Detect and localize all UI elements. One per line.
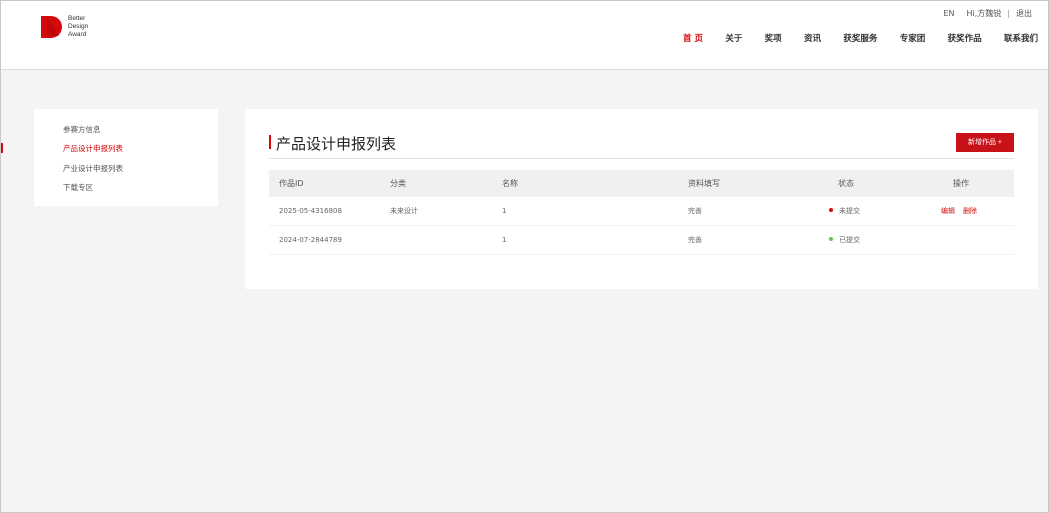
submissions-table: 作品ID 分类 名称 资料填写 状态 操作 2025-05-4316808 未来… bbox=[269, 170, 1014, 255]
title-accent-bar bbox=[269, 135, 271, 149]
sidebar-item-entrant-info[interactable]: 参赛方信息 bbox=[63, 124, 101, 135]
cell-name: 1 bbox=[502, 207, 507, 215]
status-dot-icon bbox=[829, 208, 833, 212]
logo[interactable]: Better Design Award bbox=[39, 14, 109, 42]
language-switch[interactable]: EN bbox=[943, 9, 954, 18]
logo-wordmark: Better Design Award bbox=[68, 15, 88, 39]
sidebar-item-industry-design-list[interactable]: 产业设计申报列表 bbox=[63, 163, 123, 174]
col-header-ops: 操作 bbox=[953, 179, 969, 188]
nav-item-contact[interactable]: 联系我们 bbox=[1004, 32, 1038, 44]
col-header-category: 分类 bbox=[390, 179, 406, 188]
main-panel: 产品设计申报列表 新增作品 + 作品ID 分类 名称 资料填写 状态 操作 20… bbox=[245, 109, 1038, 289]
edit-link[interactable]: 编辑 bbox=[941, 207, 955, 215]
user-topbar: EN Hi,方魏锐 | 退出 bbox=[943, 8, 1032, 19]
cell-id: 2025-05-4316808 bbox=[279, 207, 342, 215]
nav-item-about[interactable]: 关于 bbox=[725, 32, 742, 44]
cell-name: 1 bbox=[502, 236, 507, 244]
sidebar-active-marker bbox=[1, 143, 3, 153]
logo-word-3: Award bbox=[68, 31, 87, 38]
logout-link[interactable]: 退出 bbox=[1016, 8, 1032, 19]
sidebar-item-product-design-list[interactable]: 产品设计申报列表 bbox=[63, 143, 123, 154]
cell-category: 未来设计 bbox=[390, 207, 418, 215]
nav-item-winning-works[interactable]: 获奖作品 bbox=[948, 32, 982, 44]
topbar-divider: | bbox=[1007, 9, 1010, 18]
col-header-status: 状态 bbox=[838, 179, 854, 188]
cell-status: 未提交 bbox=[829, 197, 860, 226]
user-greeting[interactable]: Hi,方魏锐 bbox=[967, 8, 1002, 19]
nav-item-home[interactable]: 首 页 bbox=[683, 32, 703, 44]
status-dot-icon bbox=[829, 237, 833, 241]
table-row: 2024-07-2844789 1 完善 已提交 bbox=[269, 226, 1014, 255]
cell-id: 2024-07-2844789 bbox=[279, 236, 342, 244]
nav-item-winner-services[interactable]: 获奖服务 bbox=[843, 32, 877, 44]
col-header-id: 作品ID bbox=[279, 179, 304, 188]
cell-ops: 编辑 删除 bbox=[941, 197, 985, 226]
cell-status: 已提交 bbox=[829, 226, 860, 255]
nav-item-jury[interactable]: 专家团 bbox=[900, 32, 926, 44]
logo-word-1: Better bbox=[68, 15, 86, 22]
title-divider bbox=[269, 158, 1014, 159]
nav-item-news[interactable]: 资讯 bbox=[804, 32, 821, 44]
table-header: 作品ID 分类 名称 资料填写 状态 操作 bbox=[269, 170, 1014, 197]
cell-docs-link[interactable]: 完善 bbox=[688, 197, 702, 226]
site-header: Better Design Award EN Hi,方魏锐 | 退出 首 页 关… bbox=[1, 1, 1048, 70]
status-label: 已提交 bbox=[839, 236, 860, 244]
delete-link[interactable]: 删除 bbox=[963, 207, 977, 215]
nav-item-awards[interactable]: 奖项 bbox=[765, 32, 782, 44]
main-nav: 首 页 关于 奖项 资讯 获奖服务 专家团 获奖作品 联系我们 bbox=[683, 32, 1038, 44]
page-title: 产品设计申报列表 bbox=[276, 135, 397, 153]
col-header-docs: 资料填写 bbox=[688, 179, 720, 188]
sidebar: 参赛方信息 产品设计申报列表 产业设计申报列表 下载专区 bbox=[34, 109, 218, 206]
status-label: 未提交 bbox=[839, 207, 860, 215]
table-row: 2025-05-4316808 未来设计 1 完善 未提交 编辑 删除 bbox=[269, 197, 1014, 226]
sidebar-item-downloads[interactable]: 下载专区 bbox=[63, 182, 93, 193]
logo-mark-icon bbox=[41, 16, 62, 38]
add-work-button[interactable]: 新增作品 + bbox=[956, 133, 1014, 152]
cell-docs-link[interactable]: 完善 bbox=[688, 226, 702, 255]
logo-word-2: Design bbox=[68, 23, 89, 30]
col-header-name: 名称 bbox=[502, 179, 518, 188]
